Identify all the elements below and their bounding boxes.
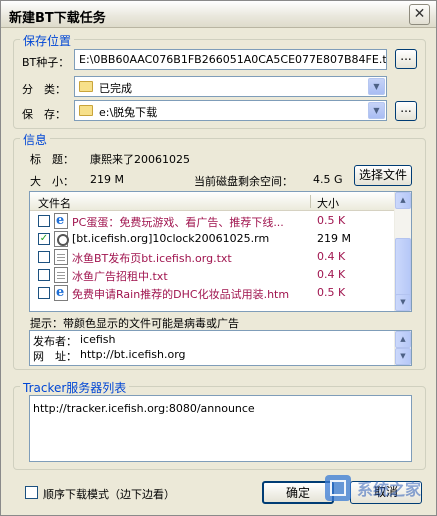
publisher-label: 发布者： [33,335,77,348]
sequential-download-checkbox[interactable] [25,486,38,499]
save-location-legend: 保存位置 [20,32,75,49]
torrent-browse-button[interactable]: ... [395,49,417,69]
file-row[interactable]: ✓ [bt.icefish.org]10clock20061025.rm 219… [30,230,396,248]
file-row[interactable]: PC蛋蛋：免费玩游戏、看广告、推荐下线... 0.5 K [30,212,396,230]
save-path-label: 保 存： [22,108,66,121]
disk-space-value: 4.5 G [313,173,343,186]
site-label: 网 址： [33,350,77,363]
save-path-value: e:\脱兔下载 [99,106,158,119]
watermark-emblem [325,475,351,501]
tracker-legend: Tracker服务器列表 [20,379,130,396]
title-bar[interactable]: 新建BT下载任务 ✕ [1,1,436,28]
tracker-list[interactable]: http://tracker.icefish.org:8080/announce [29,395,412,462]
chevron-down-icon[interactable]: ▼ [368,78,385,95]
column-divider[interactable] [310,195,311,208]
save-browse-button[interactable]: ... [395,101,417,121]
scroll-up-button[interactable]: ▲ [395,331,411,348]
category-label: 分 类： [22,83,66,96]
folder-icon [79,81,93,92]
file-size: 0.4 K [317,268,346,281]
virus-hint: 提示：带颜色显示的文件可能是病毒或广告 [30,317,239,330]
size-value: 219 M [90,173,124,186]
scroll-up-button[interactable]: ▲ [395,192,411,209]
publisher-scrollbar[interactable]: ▲ ▼ [394,331,411,365]
category-value: 已完成 [99,82,132,95]
scroll-down-button[interactable]: ▼ [395,348,411,365]
doc-icon [54,249,68,265]
save-path-dropdown[interactable]: e:\脱兔下载 ▼ [74,100,387,121]
tracker-url: http://tracker.icefish.org:8080/announce [33,402,255,415]
file-list-header: 文件名 大小 [30,192,396,211]
torrent-label: BT种子： [22,56,70,69]
watermark-logo: 系统之家 [325,475,422,501]
file-checkbox[interactable]: ✓ [38,233,50,245]
file-name: 冰鱼BT发布页bt.icefish.org.txt [72,252,232,265]
file-checkbox[interactable] [38,287,50,299]
watermark-text: 系统之家 [357,480,422,499]
file-list-scrollbar[interactable]: ▲ ▼ [394,192,411,311]
window-title: 新建BT下载任务 [9,11,106,26]
file-size: 219 M [317,232,351,245]
file-size: 0.4 K [317,250,346,263]
file-checkbox[interactable] [38,251,50,263]
file-size: 0.5 K [317,214,346,227]
web-icon [54,213,68,229]
file-checkbox[interactable] [38,269,50,281]
scroll-thumb[interactable] [395,238,411,298]
column-header-size[interactable]: 大小 [317,195,339,211]
sequential-download-label: 顺序下载模式（边下边看） [43,488,175,501]
folder-icon [79,105,93,116]
file-name: 冰鱼广告招租中.txt [72,270,168,283]
category-dropdown[interactable]: 已完成 ▼ [74,76,387,97]
close-icon: ✕ [413,6,426,22]
close-button[interactable]: ✕ [409,4,430,25]
size-label: 大 小： [30,175,74,188]
chevron-down-icon[interactable]: ▼ [368,102,385,119]
file-name: 免费申请Rain推荐的DHC化妆品试用装.htm [72,288,290,301]
publisher-box[interactable]: 发布者： icefish 网 址： http://bt.icefish.org … [29,330,412,366]
title-label: 标 题： [30,153,74,166]
doc-icon [54,267,68,283]
info-legend: 信息 [20,131,51,148]
file-size: 0.5 K [317,286,346,299]
media-icon [54,231,69,247]
web-icon [54,285,68,301]
file-row[interactable]: 冰鱼广告招租中.txt 0.4 K [30,266,396,284]
column-header-name[interactable]: 文件名 [38,195,71,211]
publisher-value: icefish [80,333,116,346]
file-name: PC蛋蛋：免费玩游戏、看广告、推荐下线... [72,216,284,229]
site-value: http://bt.icefish.org [80,348,186,361]
file-list[interactable]: 文件名 大小 PC蛋蛋：免费玩游戏、看广告、推荐下线... 0.5 K ✓ [b… [29,191,412,312]
checkmark-icon: ✓ [39,233,49,244]
file-name: [bt.icefish.org]10clock20061025.rm [72,232,270,245]
torrent-path-field[interactable]: E:\0BB60AAC076B1FB266051A0CA5CE077E807B8… [74,49,387,70]
scroll-down-button[interactable]: ▼ [395,294,411,311]
disk-space-label: 当前磁盘剩余空间： [194,175,293,188]
select-files-button[interactable]: 选择文件 [354,165,412,186]
file-checkbox[interactable] [38,215,50,227]
file-row[interactable]: 免费申请Rain推荐的DHC化妆品试用装.htm 0.5 K [30,284,396,302]
bt-task-dialog: 新建BT下载任务 ✕ 保存位置 BT种子： E:\0BB60AAC076B1FB… [0,0,437,516]
file-row[interactable]: 冰鱼BT发布页bt.icefish.org.txt 0.4 K [30,248,396,266]
title-value: 康熙来了20061025 [90,153,190,166]
